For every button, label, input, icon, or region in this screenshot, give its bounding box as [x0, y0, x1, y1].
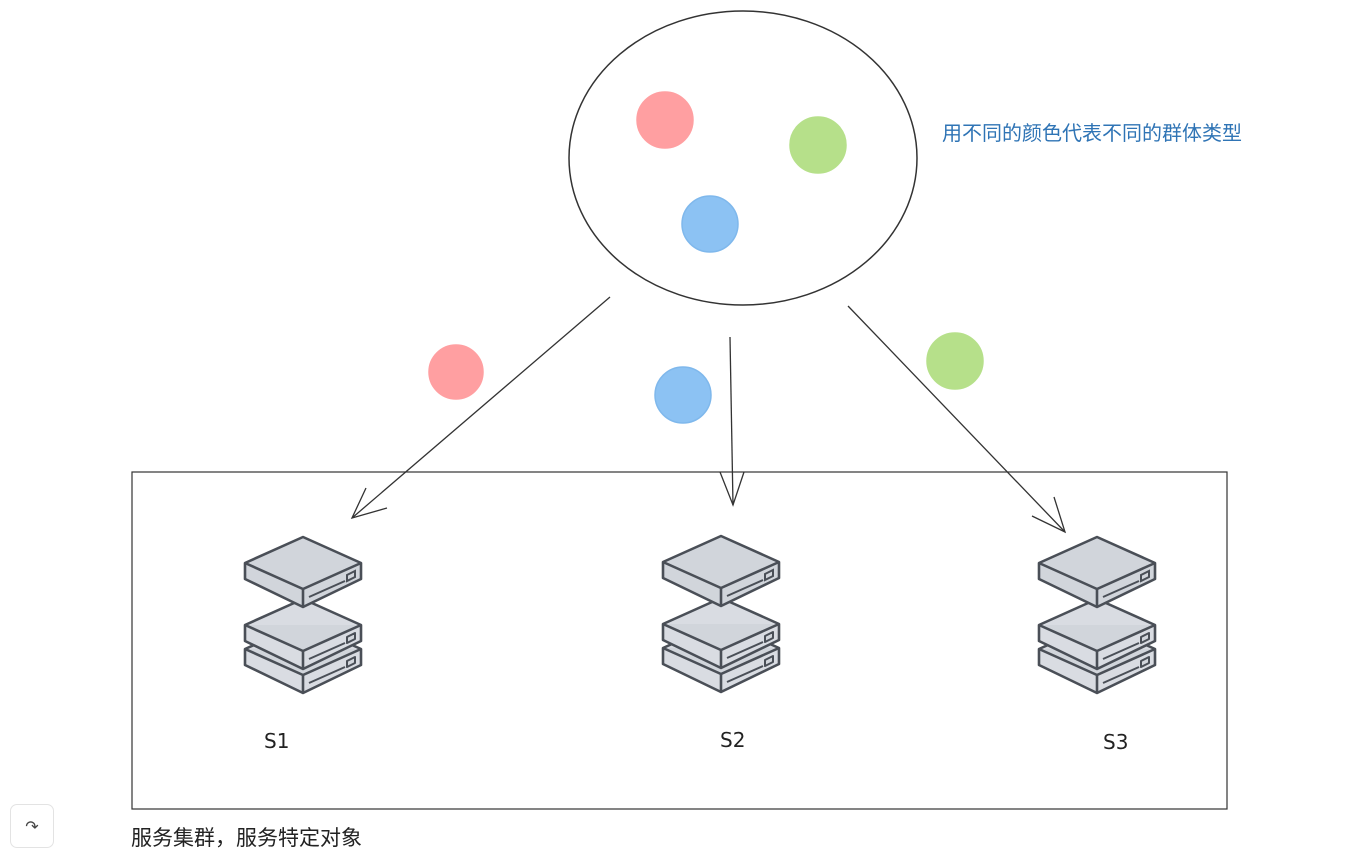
server-s2-icon	[661, 534, 781, 694]
server-s3-label: S3	[1103, 730, 1128, 754]
green-dot-traveling	[926, 332, 984, 390]
share-button[interactable]: ↷	[10, 804, 54, 848]
server-s2-label: S2	[720, 728, 745, 752]
green-dot	[789, 116, 847, 174]
blue-dot	[681, 195, 739, 253]
red-dot	[636, 91, 694, 149]
server-s1-icon	[243, 535, 363, 695]
diagram-canvas: 用不同的颜色代表不同的群体类型 S1 S2 S3 服务集群，服务特定对象	[131, 10, 1242, 850]
share-icon: ↷	[25, 816, 39, 836]
server-s3-icon	[1037, 535, 1157, 695]
population-ellipse	[568, 10, 918, 306]
server-s1-label: S1	[264, 729, 289, 753]
legend-text: 用不同的颜色代表不同的群体类型	[942, 121, 1242, 145]
red-dot-traveling	[428, 344, 484, 400]
arrow-to-s2	[719, 336, 745, 507]
arrow-to-s1	[350, 296, 611, 520]
blue-dot-traveling	[654, 366, 712, 424]
caption: 服务集群，服务特定对象	[131, 826, 362, 850]
